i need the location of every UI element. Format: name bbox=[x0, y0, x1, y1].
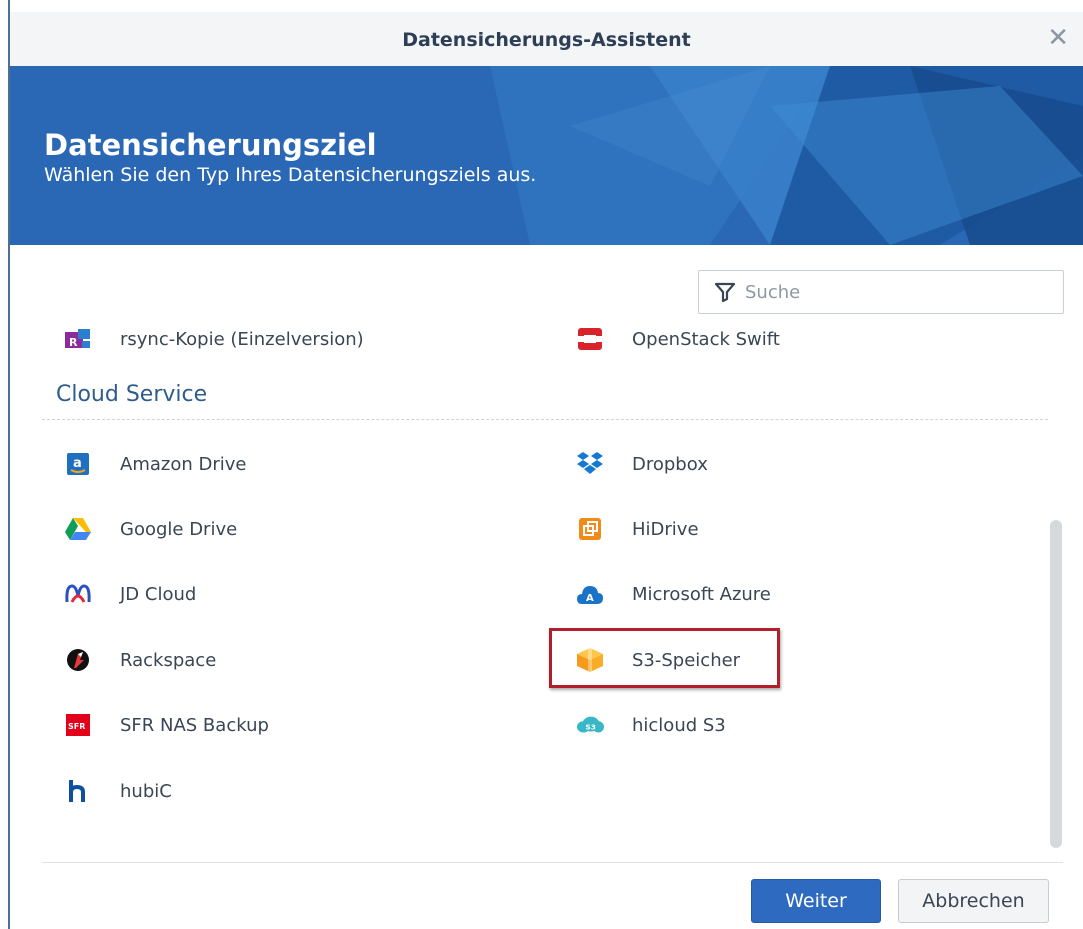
footer-divider bbox=[42, 862, 1063, 863]
hubic-icon bbox=[64, 778, 92, 804]
item-label: JD Cloud bbox=[120, 583, 197, 605]
list-item-azure[interactable]: A Microsoft Azure bbox=[576, 574, 771, 614]
azure-icon: A bbox=[576, 581, 604, 607]
item-label: Amazon Drive bbox=[120, 453, 247, 475]
svg-text:a: a bbox=[73, 456, 82, 471]
list-item-dropbox[interactable]: Dropbox bbox=[576, 444, 708, 484]
item-label: HiDrive bbox=[632, 518, 699, 540]
hidrive-icon bbox=[576, 516, 604, 542]
dropbox-icon bbox=[576, 451, 604, 477]
list-item-rackspace[interactable]: Rackspace bbox=[64, 640, 216, 680]
svg-text:A: A bbox=[586, 593, 594, 604]
item-label: Dropbox bbox=[632, 453, 708, 475]
next-button[interactable]: Weiter bbox=[751, 879, 881, 923]
list-scrollbar[interactable] bbox=[1050, 520, 1062, 848]
list-item-hidrive[interactable]: HiDrive bbox=[576, 509, 699, 549]
list-item-rsync[interactable]: R rsync-Kopie (Einzelversion) bbox=[64, 319, 364, 359]
item-label: hicloud S3 bbox=[632, 714, 726, 736]
item-label: Rackspace bbox=[120, 649, 217, 671]
openstack-icon bbox=[576, 326, 604, 352]
header-banner: Datensicherungsziel Wählen Sie den Typ I… bbox=[10, 66, 1083, 245]
search-input[interactable] bbox=[745, 279, 1045, 305]
selection-highlight bbox=[549, 628, 780, 688]
list-item-hubic[interactable]: hubiC bbox=[64, 771, 172, 811]
filter-icon bbox=[714, 282, 736, 306]
list-item-hicloud[interactable]: S3 hicloud S3 bbox=[576, 705, 726, 745]
rsync-icon: R bbox=[64, 326, 92, 352]
list-item-sfr[interactable]: SFR SFR NAS Backup bbox=[64, 705, 269, 745]
google-drive-icon bbox=[64, 516, 92, 542]
svg-text:SFR: SFR bbox=[68, 722, 85, 731]
sfr-icon: SFR bbox=[64, 712, 92, 738]
list-item-jd-cloud[interactable]: JD Cloud bbox=[64, 574, 196, 614]
rackspace-icon bbox=[64, 647, 92, 673]
svg-text:S3: S3 bbox=[585, 723, 596, 732]
hicloud-icon: S3 bbox=[576, 712, 604, 738]
list-item-google-drive[interactable]: Google Drive bbox=[64, 509, 237, 549]
item-label: OpenStack Swift bbox=[632, 328, 780, 350]
search-box[interactable] bbox=[698, 270, 1064, 314]
page-title: Datensicherungsziel bbox=[44, 128, 377, 162]
item-label: Microsoft Azure bbox=[632, 583, 771, 605]
item-label: rsync-Kopie (Einzelversion) bbox=[120, 328, 364, 350]
item-label: hubiC bbox=[120, 780, 172, 802]
close-icon[interactable]: ✕ bbox=[1047, 24, 1069, 52]
list-item-amazon-drive[interactable]: a Amazon Drive bbox=[64, 444, 246, 484]
dialog-titlebar: Datensicherungs-Assistent ✕ bbox=[10, 12, 1083, 67]
item-label: Google Drive bbox=[120, 518, 238, 540]
section-title-cloud: Cloud Service bbox=[56, 382, 208, 407]
jd-cloud-icon bbox=[64, 581, 92, 607]
item-label: SFR NAS Backup bbox=[120, 714, 269, 736]
section-divider bbox=[42, 419, 1048, 420]
page-subtitle: Wählen Sie den Typ Ihres Datensicherungs… bbox=[44, 164, 537, 186]
dialog-title: Datensicherungs-Assistent bbox=[402, 29, 691, 51]
cancel-button[interactable]: Abbrechen bbox=[898, 879, 1049, 923]
list-item-openstack[interactable]: OpenStack Swift bbox=[576, 319, 780, 359]
svg-text:R: R bbox=[69, 336, 78, 349]
amazon-drive-icon: a bbox=[64, 451, 92, 477]
